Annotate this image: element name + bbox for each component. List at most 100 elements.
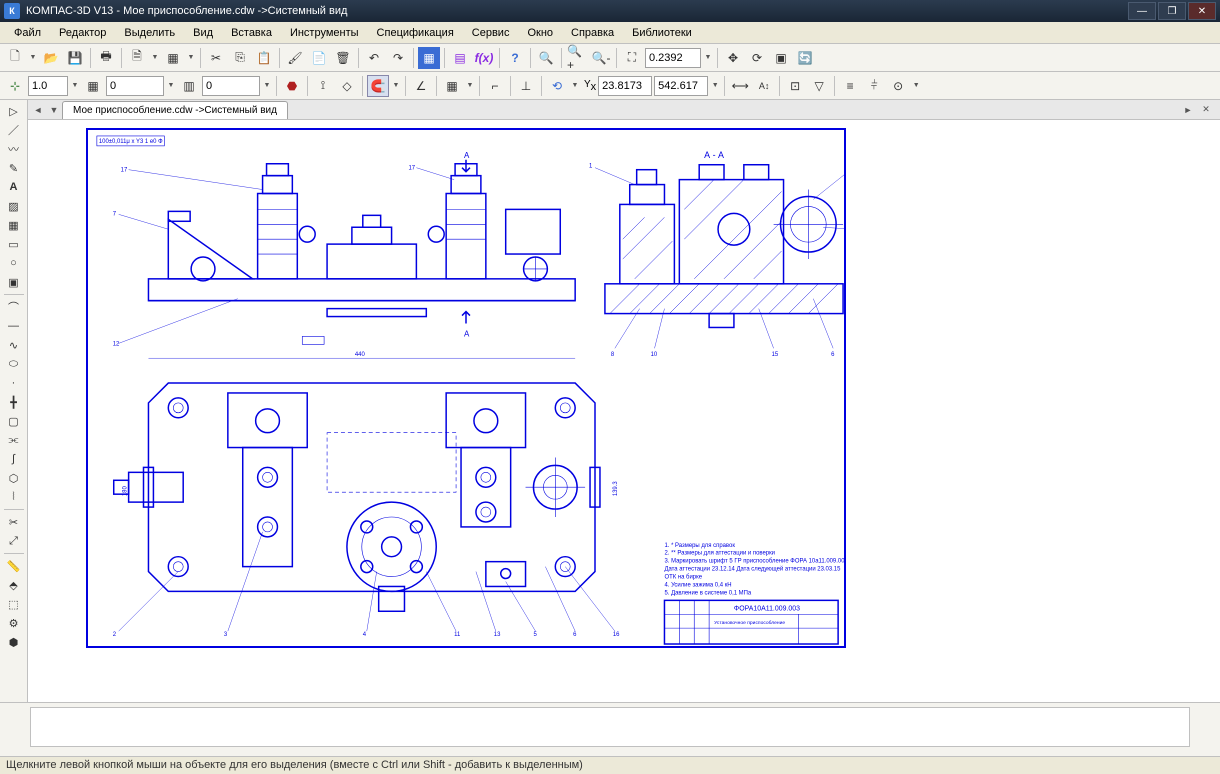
cursor-icon[interactable]: ▷ xyxy=(3,102,25,120)
zoom-fit-icon[interactable]: ⛶ xyxy=(621,47,643,69)
layer-input[interactable] xyxy=(106,76,164,96)
drawing-canvas[interactable]: 100±0,011μ x Y3 1 e0 Ф xyxy=(28,120,1220,702)
bezier-icon[interactable]: ∫ xyxy=(3,450,25,468)
arc-icon[interactable]: ⌒ xyxy=(3,298,25,316)
menu-libs[interactable]: Библиотеки xyxy=(624,25,700,41)
tab-next-icon[interactable]: ► xyxy=(1180,102,1196,118)
table-icon[interactable]: ▦ xyxy=(3,216,25,234)
align-dist-icon[interactable]: ⫩ xyxy=(863,75,885,97)
datum-icon[interactable]: ▽ xyxy=(808,75,830,97)
menu-service[interactable]: Сервис xyxy=(464,25,518,41)
dim-input[interactable] xyxy=(202,76,260,96)
coord-y-input[interactable] xyxy=(654,76,708,96)
copy-icon[interactable]: ⎘ xyxy=(229,47,251,69)
redraw-icon[interactable]: 🔄 xyxy=(794,47,816,69)
clear-icon[interactable]: 🗑 xyxy=(332,47,354,69)
save-icon[interactable]: 💾 xyxy=(64,47,86,69)
menu-window[interactable]: Окно xyxy=(519,25,561,41)
menu-file[interactable]: Файл xyxy=(6,25,49,41)
layer-icon-1[interactable]: ▦ xyxy=(82,75,104,97)
rect2-icon[interactable]: ▢ xyxy=(3,412,25,430)
zoom-window-icon[interactable]: 🔍 xyxy=(535,47,557,69)
block-icon[interactable]: ⬚ xyxy=(3,595,25,613)
properties-icon[interactable]: ▦ xyxy=(162,47,184,69)
perp-icon[interactable]: ⊥ xyxy=(515,75,537,97)
coord-x-input[interactable] xyxy=(598,76,652,96)
minimize-button[interactable]: — xyxy=(1128,2,1156,20)
angle-icon[interactable]: ∠ xyxy=(410,75,432,97)
tol-icon[interactable]: ⊡ xyxy=(784,75,806,97)
hatch-icon[interactable]: ▨ xyxy=(3,197,25,215)
new-icon[interactable]: 🗋 xyxy=(4,47,26,69)
line-icon[interactable]: ／ xyxy=(3,121,25,139)
axis-icon[interactable]: ╋ xyxy=(3,393,25,411)
new-dropdown[interactable]: ▼ xyxy=(28,47,38,69)
open-icon[interactable]: 📂 xyxy=(40,47,62,69)
menu-select[interactable]: Выделить xyxy=(116,25,183,41)
ortho-icon[interactable]: ⊹ xyxy=(4,75,26,97)
paste-icon[interactable]: 📋 xyxy=(253,47,275,69)
snap-end-icon[interactable]: ⟟ xyxy=(312,75,334,97)
measure-icon[interactable]: 📏 xyxy=(3,557,25,575)
function-icon[interactable]: f(x) xyxy=(473,47,495,69)
trim-icon[interactable]: ✂ xyxy=(3,513,25,531)
ellipse-icon[interactable]: ⬭ xyxy=(3,355,25,373)
spline-icon[interactable]: ∿ xyxy=(3,336,25,354)
zoom-in-icon[interactable]: 🔍+ xyxy=(566,47,588,69)
snap-toggle-icon[interactable]: 🧲 xyxy=(367,75,389,97)
scale-input[interactable] xyxy=(28,76,68,96)
tab-dropdown-icon[interactable]: ▼ xyxy=(46,102,62,118)
extend-icon[interactable]: ⤢ xyxy=(3,532,25,550)
text-icon[interactable]: А xyxy=(3,178,25,196)
print-icon[interactable]: 🖶 xyxy=(95,47,117,69)
redo-icon[interactable]: ↷ xyxy=(387,47,409,69)
document-tab[interactable]: Мое приспособление.cdw ->Системный вид xyxy=(62,101,288,119)
refresh-icon[interactable]: ⟳ xyxy=(746,47,768,69)
brush-icon[interactable]: 🖌 xyxy=(284,47,306,69)
contour-icon[interactable]: ⬡ xyxy=(3,469,25,487)
lcs-icon[interactable]: ⌐ xyxy=(484,75,506,97)
align-center-icon[interactable]: ⊙ xyxy=(887,75,909,97)
layer-icon-2[interactable]: ▥ xyxy=(178,75,200,97)
close-button[interactable]: ✕ xyxy=(1188,2,1216,20)
preview-icon[interactable]: 🗎 xyxy=(126,47,148,69)
menu-spec[interactable]: Спецификация xyxy=(369,25,462,41)
tab-close-icon[interactable]: ✕ xyxy=(1198,102,1214,118)
link-icon[interactable]: ⫘ xyxy=(3,431,25,449)
help-icon[interactable]: ? xyxy=(504,47,526,69)
circle-icon[interactable]: ○ xyxy=(3,254,25,272)
edit-icon[interactable]: ✎ xyxy=(3,159,25,177)
cut-icon[interactable]: ✂ xyxy=(205,47,227,69)
dim-linear-icon[interactable]: ⟷ xyxy=(729,75,751,97)
format-icon[interactable]: 📄 xyxy=(308,47,330,69)
dim-vert-icon[interactable]: A↕ xyxy=(753,75,775,97)
assembly-icon[interactable]: ⬢ xyxy=(3,633,25,651)
surface-icon[interactable]: ⬘ xyxy=(3,576,25,594)
params-icon[interactable]: ⚙ xyxy=(3,614,25,632)
menu-tools[interactable]: Инструменты xyxy=(282,25,367,41)
pan-icon[interactable]: ✥ xyxy=(722,47,744,69)
zoom-out-icon[interactable]: 🔍- xyxy=(590,47,612,69)
variables-icon[interactable]: ▤ xyxy=(449,47,471,69)
break-icon[interactable]: ⦚ xyxy=(3,488,25,506)
frame-icon[interactable]: ▣ xyxy=(770,47,792,69)
segment-icon[interactable]: — xyxy=(3,317,25,335)
menu-insert[interactable]: Вставка xyxy=(223,25,280,41)
zoom-input[interactable] xyxy=(645,48,701,68)
rect-icon[interactable]: ▭ xyxy=(3,235,25,253)
stop-icon[interactable]: ⬣ xyxy=(281,75,303,97)
round-icon[interactable]: ⟲ xyxy=(546,75,568,97)
polyline-icon[interactable]: 〰 xyxy=(3,140,25,158)
menu-help[interactable]: Справка xyxy=(563,25,622,41)
maximize-button[interactable]: ❐ xyxy=(1158,2,1186,20)
undo-icon[interactable]: ↶ xyxy=(363,47,385,69)
menu-view[interactable]: Вид xyxy=(185,25,221,41)
align-left-icon[interactable]: ≡ xyxy=(839,75,861,97)
grid-icon[interactable]: ▦ xyxy=(441,75,463,97)
group-icon[interactable]: ▣ xyxy=(3,273,25,291)
tab-prev-icon[interactable]: ◄ xyxy=(30,102,46,118)
managers-icon[interactable]: ▦ xyxy=(418,47,440,69)
menu-editor[interactable]: Редактор xyxy=(51,25,114,41)
point-icon[interactable]: · xyxy=(3,374,25,392)
snap-mid-icon[interactable]: ◇ xyxy=(336,75,358,97)
